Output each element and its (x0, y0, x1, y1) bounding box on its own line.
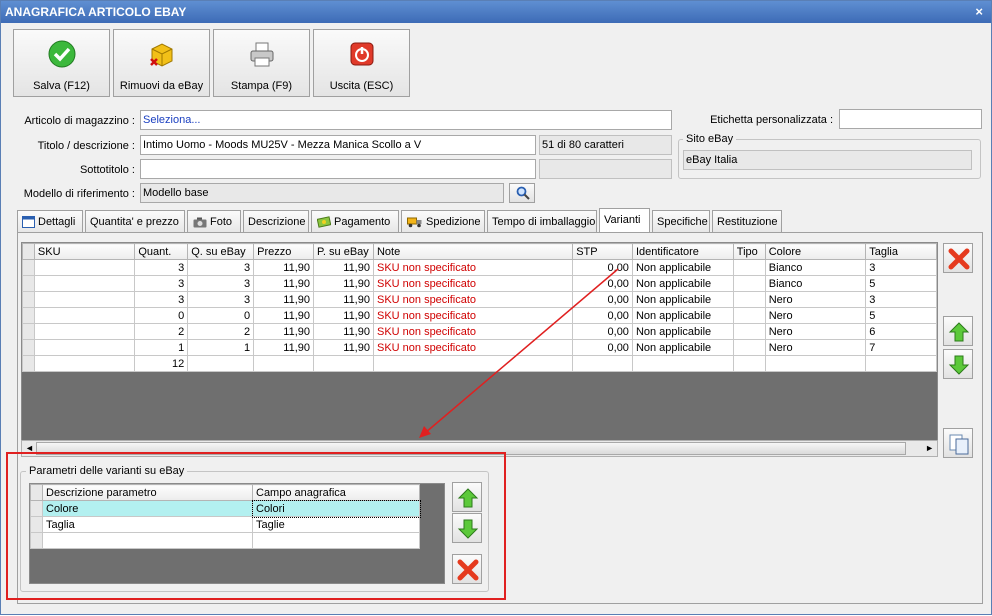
annotation-arrow (419, 268, 619, 438)
main-window: ANAGRAFICA ARTICOLO EBAY × Salva (F12) R… (0, 0, 992, 615)
